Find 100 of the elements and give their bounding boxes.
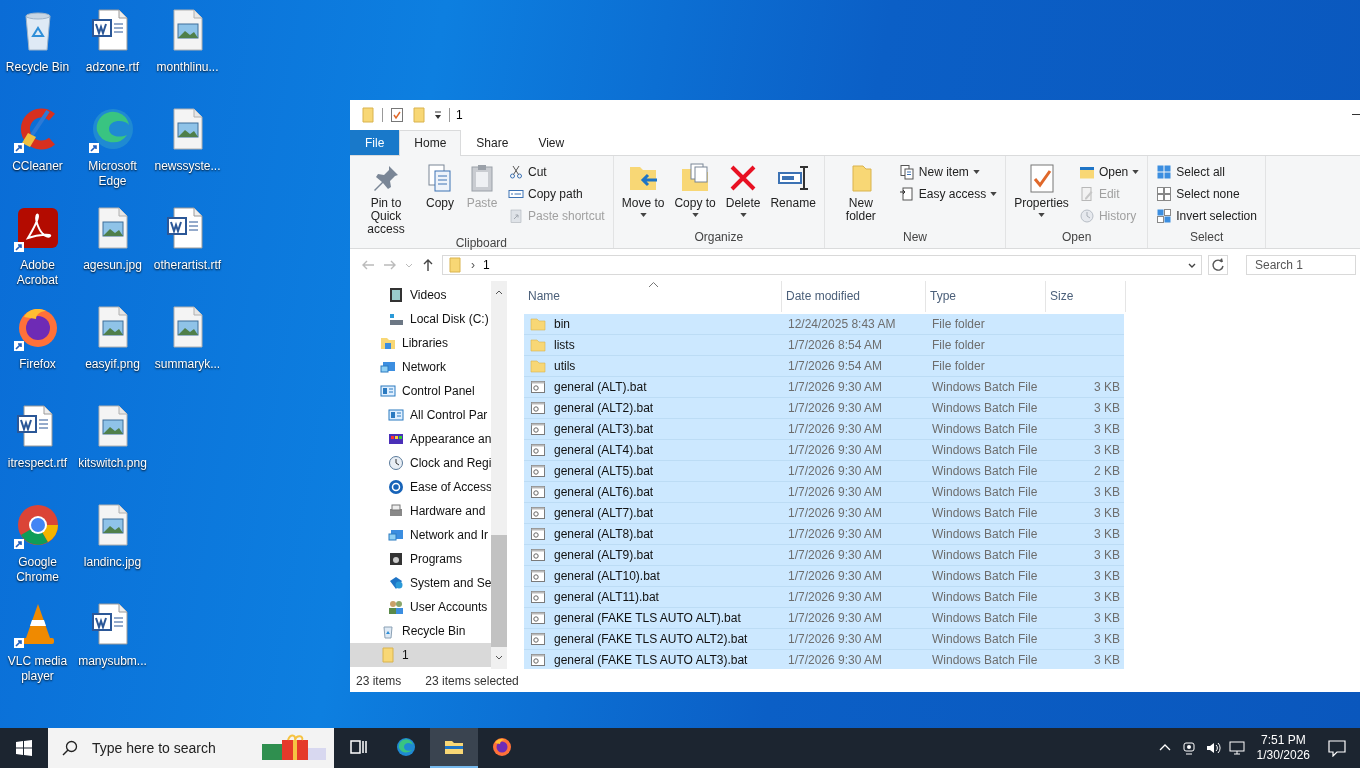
file-row[interactable]: bin 12/24/2025 8:43 AM File folder	[524, 313, 1124, 335]
file-row[interactable]: general (ALT4).bat 1/7/2026 9:30 AM Windows Batch File 3 KB	[524, 439, 1124, 461]
nav-item[interactable]: Local Disk (C:)	[350, 306, 491, 331]
file-date: 1/7/2026 9:30 AM	[788, 547, 883, 562]
desktop-icon-label[interactable]: adzone.rtf	[85, 60, 140, 75]
file-row[interactable]: general (ALT11).bat 1/7/2026 9:30 AM Windows Batch File 3 KB	[524, 586, 1124, 608]
desktop-icon-label[interactable]: Microsoft Edge	[75, 159, 150, 189]
desktop-icon-label[interactable]: kitswitch.png	[78, 456, 147, 471]
nav-item[interactable]: Control Panel	[350, 378, 491, 403]
refresh-button[interactable]	[1208, 254, 1228, 275]
desktop-icon-label[interactable]: agesun.jpg	[83, 258, 142, 273]
nav-item[interactable]: All Control Par	[350, 402, 491, 427]
minimize-icon[interactable]	[1352, 113, 1360, 116]
ribbon-button[interactable]: Rename	[766, 157, 820, 230]
customize-caret-icon[interactable]	[433, 109, 443, 120]
ribbon-button[interactable]: Copy to	[670, 157, 720, 230]
nav-item[interactable]: Clock and Regi	[350, 450, 491, 475]
file-date: 1/7/2026 9:54 AM	[788, 358, 883, 373]
file-row[interactable]: general (ALT6).bat 1/7/2026 9:30 AM Windows Batch File 3 KB	[524, 481, 1124, 503]
file-date: 1/7/2026 9:30 AM	[788, 631, 883, 646]
column-header[interactable]: Date modified	[782, 280, 926, 312]
ribbon-button[interactable]: Copy	[420, 157, 460, 236]
ribbon-button[interactable]: New folder	[828, 157, 893, 230]
desktop-icon-label[interactable]: landinc.jpg	[83, 555, 142, 570]
ribbon-button[interactable]: Pin to Quick access	[354, 157, 418, 236]
desktop-icon-label[interactable]: Adobe Acrobat	[0, 258, 75, 288]
clock-date[interactable]: 1/30/2026	[1256, 748, 1310, 763]
file-row[interactable]: general (ALT7).bat 1/7/2026 9:30 AM Windows Batch File 3 KB	[524, 502, 1124, 524]
ribbon-tab[interactable]: File	[350, 129, 400, 155]
file-row[interactable]: utils 1/7/2026 9:54 AM File folder	[524, 355, 1124, 377]
nav-item[interactable]: Hardware and	[350, 498, 491, 523]
history-icon	[1078, 207, 1095, 224]
desktop-icon-label[interactable]: itrespect.rtf	[7, 456, 68, 471]
column-header[interactable]: Size	[1046, 280, 1126, 312]
speaker-icon[interactable]	[1204, 740, 1221, 756]
nav-item[interactable]: Network and Ir	[350, 522, 491, 547]
nav-item[interactable]: Videos	[350, 282, 491, 307]
ribbon-button[interactable]: Select all	[1152, 160, 1261, 183]
desktop-icon-label[interactable]: easyif.png	[85, 357, 140, 372]
ribbon-button[interactable]: Cut	[504, 160, 609, 183]
notification-icon[interactable]	[1328, 739, 1346, 757]
column-header[interactable]: Type	[926, 280, 1046, 312]
network-icon[interactable]	[1228, 740, 1245, 756]
desktop-icon-label[interactable]: monthlinu...	[156, 60, 219, 75]
ribbon-button[interactable]: New item	[894, 160, 1002, 183]
ribbon-button[interactable]: Easy access	[894, 182, 1002, 205]
ribbon-button[interactable]: Move to	[617, 157, 669, 230]
nav-item[interactable]: System and Se	[350, 570, 491, 595]
file-row[interactable]: general (ALT9).bat 1/7/2026 9:30 AM Windows Batch File 3 KB	[524, 544, 1124, 566]
file-size: 3 KB	[1094, 589, 1120, 604]
file-row[interactable]: general (ALT).bat 1/7/2026 9:30 AM Windows Batch File 3 KB	[524, 376, 1124, 398]
file-row[interactable]: general (FAKE TLS AUTO ALT2).bat 1/7/2026 9:30 AM Windows Batch File 3 KB	[524, 628, 1124, 650]
file-row[interactable]: general (ALT8).bat 1/7/2026 9:30 AM Windows Batch File 3 KB	[524, 523, 1124, 545]
ribbon-button[interactable]: Properties	[1010, 157, 1073, 230]
file-type: Windows Batch File	[932, 526, 1038, 541]
ribbon-button[interactable]: Select none	[1152, 182, 1261, 205]
ribbon-button[interactable]: Delete	[721, 157, 765, 230]
search-field[interactable]: Search 1	[1246, 254, 1356, 275]
taskbar-app-button[interactable]	[430, 728, 478, 768]
file-row[interactable]: lists 1/7/2026 8:54 AM File folder	[524, 334, 1124, 356]
ribbon-tab[interactable]: Home	[399, 129, 462, 156]
desktop-icon-label[interactable]: summaryk...	[154, 357, 221, 372]
nav-item[interactable]: Ease of Access	[350, 474, 491, 499]
scrollbar[interactable]	[491, 280, 507, 669]
nav-item[interactable]: Libraries	[350, 330, 491, 355]
file-date: 1/7/2026 9:30 AM	[788, 400, 883, 415]
file-row[interactable]: general (ALT2).bat 1/7/2026 9:30 AM Windows Batch File 3 KB	[524, 397, 1124, 419]
desktop-icon-label[interactable]: Firefox	[19, 357, 56, 372]
desktop-icon-label[interactable]: VLC media player	[0, 654, 75, 684]
nav-item[interactable]: 1	[350, 642, 491, 667]
file-row[interactable]: general (ALT3).bat 1/7/2026 9:30 AM Windows Batch File 3 KB	[524, 418, 1124, 440]
file-name: general (ALT3).bat	[554, 421, 654, 436]
file-row[interactable]: general (ALT5).bat 1/7/2026 9:30 AM Windows Batch File 2 KB	[524, 460, 1124, 482]
desktop-icon-label[interactable]: manysubm...	[78, 654, 147, 669]
file-row[interactable]: general (FAKE TLS AUTO ALT).bat 1/7/2026 9:30 AM Windows Batch File 3 KB	[524, 607, 1124, 629]
desktop-icon-label[interactable]: newssyste...	[154, 159, 221, 174]
nav-item[interactable]: User Accounts	[350, 594, 491, 619]
file-row[interactable]: general (FAKE TLS AUTO ALT3).bat 1/7/2026 9:30 AM Windows Batch File 3 KB	[524, 649, 1124, 670]
nav-item[interactable]: Programs	[350, 546, 491, 571]
desktop-icon-label[interactable]: Google Chrome	[0, 555, 75, 585]
select-all-icon	[1156, 163, 1173, 180]
address-bar[interactable]: › 1	[442, 254, 1202, 275]
file-date: 1/7/2026 9:30 AM	[788, 421, 883, 436]
column-header[interactable]: Name	[524, 280, 782, 312]
file-name: general (ALT).bat	[554, 379, 647, 394]
file-type: Windows Batch File	[932, 442, 1038, 457]
clock-time[interactable]: 7:51 PM	[1260, 733, 1306, 748]
nav-item[interactable]: Appearance an	[350, 426, 491, 451]
ribbon-button[interactable]: Invert selection	[1152, 204, 1261, 227]
properties-icon[interactable]	[389, 106, 405, 123]
taskbar-search-field[interactable]: Type here to search	[48, 728, 334, 768]
desktop-icon-label[interactable]: CCleaner	[12, 159, 63, 174]
nav-item[interactable]: Recycle Bin	[350, 618, 491, 643]
ribbon-button[interactable]: Copy path	[504, 182, 609, 205]
camera-icon[interactable]	[1180, 740, 1197, 756]
file-row[interactable]: general (ALT10).bat 1/7/2026 9:30 AM Windows Batch File 3 KB	[524, 565, 1124, 587]
ribbon-button[interactable]: Open	[1074, 160, 1144, 183]
nav-item[interactable]: Network	[350, 354, 491, 379]
desktop-icon-label[interactable]: Recycle Bin	[5, 60, 70, 75]
desktop-icon-label[interactable]: otherartist.rtf	[153, 258, 222, 273]
